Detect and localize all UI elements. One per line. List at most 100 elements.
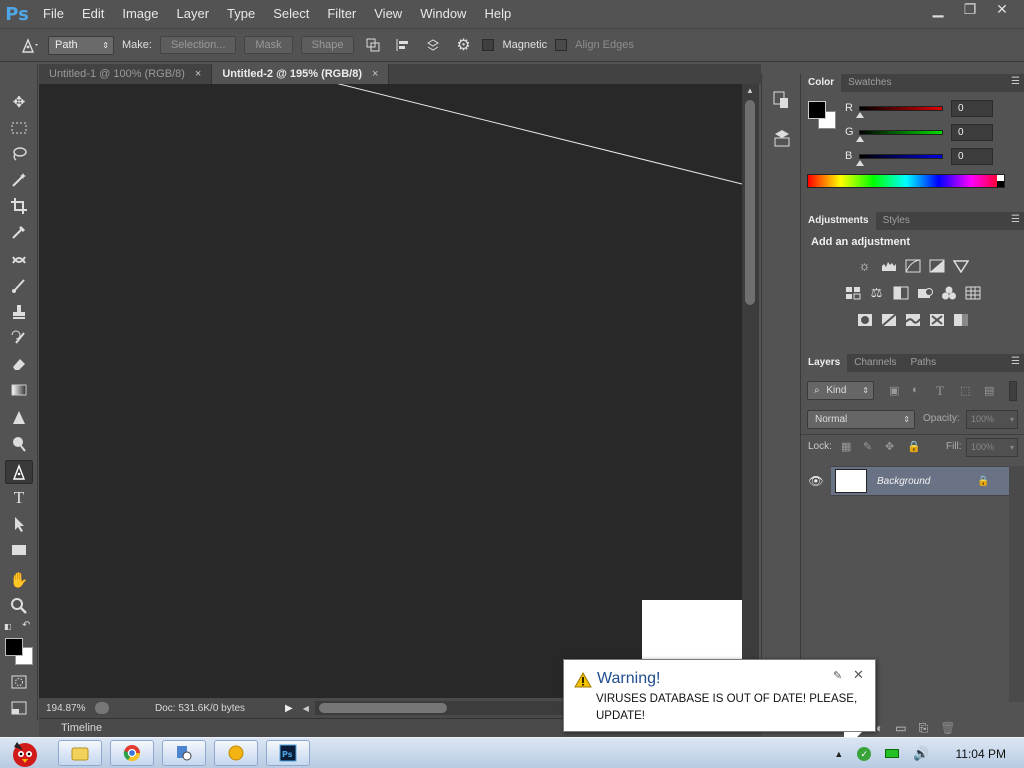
document-canvas[interactable]: [39, 84, 742, 698]
eyedropper-tool-icon[interactable]: [5, 220, 33, 244]
filter-smart-object-icon[interactable]: ▤: [984, 384, 994, 397]
path-alignment-icon[interactable]: [392, 35, 414, 55]
red-value-field[interactable]: 0: [951, 99, 993, 117]
gradient-map-icon[interactable]: [953, 313, 969, 327]
panel-menu-icon[interactable]: ☰: [1011, 214, 1020, 225]
pen-tool-preset-icon[interactable]: [18, 35, 40, 55]
lock-position-icon[interactable]: ✥: [885, 440, 894, 453]
red-slider[interactable]: [856, 105, 943, 118]
path-arrangement-icon[interactable]: [422, 35, 444, 55]
marquee-tool-icon[interactable]: [5, 116, 33, 140]
menu-image[interactable]: Image: [113, 0, 167, 28]
magnetic-checkbox[interactable]: [482, 39, 495, 51]
black-white-icon[interactable]: [893, 286, 909, 300]
filter-shape-icon[interactable]: ⬚: [960, 384, 970, 397]
photoshop-logo[interactable]: Ps: [0, 0, 34, 28]
brightness-contrast-icon[interactable]: ☼: [857, 258, 873, 273]
hue-saturation-icon[interactable]: [845, 286, 861, 300]
magic-wand-tool-icon[interactable]: [5, 168, 33, 192]
tab-swatches[interactable]: Swatches: [841, 74, 898, 92]
exposure-icon[interactable]: [929, 259, 945, 273]
color-spectrum-bar[interactable]: [807, 174, 1005, 188]
tab-adjustments[interactable]: Adjustments: [801, 212, 876, 230]
color-lookup-icon[interactable]: [965, 286, 981, 300]
foreground-color-swatch[interactable]: [5, 638, 23, 656]
restore-icon[interactable]: ❐: [956, 2, 984, 18]
history-brush-tool-icon[interactable]: [5, 326, 33, 350]
vertical-scrollbar[interactable]: ▲: [742, 84, 759, 698]
make-shape-button[interactable]: Shape: [300, 36, 355, 54]
tab-channels[interactable]: Channels: [847, 354, 903, 372]
menu-file[interactable]: File: [34, 0, 73, 28]
taskbar-photoshop-icon[interactable]: Ps: [266, 740, 310, 766]
filter-toggle[interactable]: [1009, 381, 1017, 401]
brush-tool-icon[interactable]: [5, 274, 33, 298]
history-panel-icon[interactable]: [772, 90, 792, 113]
move-tool-icon[interactable]: ✥: [5, 90, 33, 114]
tab-untitled-1[interactable]: Untitled-1 @ 100% (RGB/8) ×: [39, 64, 213, 84]
layer-name[interactable]: Background: [877, 476, 977, 487]
vertical-scroll-thumb[interactable]: [745, 100, 755, 305]
status-menu-icon[interactable]: [95, 702, 109, 714]
volume-icon[interactable]: 🔊: [913, 746, 929, 762]
eraser-tool-icon[interactable]: [5, 352, 33, 376]
taskbar-explorer-icon[interactable]: [58, 740, 102, 766]
tab-paths[interactable]: Paths: [904, 354, 944, 372]
close-icon[interactable]: ×: [372, 64, 378, 84]
taskbar-chrome-icon[interactable]: [110, 740, 154, 766]
swap-colors-icon[interactable]: ↶: [22, 620, 30, 631]
quick-mask-icon[interactable]: [5, 670, 33, 694]
panel-menu-icon[interactable]: ☰: [1011, 76, 1020, 87]
lasso-tool-icon[interactable]: [5, 142, 33, 166]
eye-visibility-icon[interactable]: 👁: [801, 466, 831, 496]
tab-untitled-2[interactable]: Untitled-2 @ 195% (RGB/8) ×: [212, 64, 390, 84]
menu-layer[interactable]: Layer: [168, 0, 219, 28]
slider-knob-icon[interactable]: [856, 159, 864, 166]
curves-icon[interactable]: [905, 259, 921, 273]
pin-icon[interactable]: ✎: [833, 669, 842, 682]
hand-tool-icon[interactable]: ✋: [5, 568, 33, 592]
make-mask-button[interactable]: Mask: [244, 36, 293, 54]
close-icon[interactable]: ✕: [988, 2, 1016, 18]
pen-mode-select[interactable]: Path ⇕: [48, 35, 114, 55]
battery-icon[interactable]: [885, 749, 900, 758]
zoom-tool-icon[interactable]: [5, 594, 33, 618]
healing-brush-tool-icon[interactable]: [5, 248, 33, 272]
slider-knob-icon[interactable]: [856, 135, 864, 142]
dodge-tool-icon[interactable]: [5, 432, 33, 456]
selective-color-icon[interactable]: [929, 313, 945, 327]
channel-mixer-icon[interactable]: [941, 286, 957, 300]
new-fill-layer-icon[interactable]: ◐: [876, 721, 883, 735]
clone-stamp-tool-icon[interactable]: [5, 300, 33, 324]
gradient-tool-icon[interactable]: [5, 378, 33, 402]
lock-all-icon[interactable]: 🔒: [907, 440, 921, 453]
crop-tool-icon[interactable]: [5, 194, 33, 218]
screen-mode-icon[interactable]: [5, 696, 33, 720]
tab-styles[interactable]: Styles: [876, 212, 917, 230]
filter-type-icon[interactable]: T: [936, 383, 944, 399]
scroll-left-icon[interactable]: ◀: [303, 704, 309, 713]
menu-edit[interactable]: Edit: [73, 0, 113, 28]
color-balance-icon[interactable]: ⚖: [869, 285, 885, 300]
path-selection-tool-icon[interactable]: [5, 512, 33, 536]
opacity-field[interactable]: 100% ▾: [966, 410, 1018, 429]
photo-filter-icon[interactable]: [917, 286, 933, 300]
path-operations-icon[interactable]: [362, 35, 384, 55]
make-selection-button[interactable]: Selection...: [159, 36, 237, 54]
properties-panel-icon[interactable]: [772, 128, 792, 151]
pen-tool-icon[interactable]: [5, 460, 33, 484]
tab-layers[interactable]: Layers: [801, 354, 848, 372]
panel-menu-icon[interactable]: ☰: [1011, 356, 1020, 367]
menu-view[interactable]: View: [365, 0, 411, 28]
slider-knob-icon[interactable]: [856, 111, 864, 118]
align-edges-checkbox[interactable]: [555, 39, 568, 51]
taskbar-app-icon[interactable]: [162, 740, 206, 766]
close-icon[interactable]: ×: [195, 64, 201, 84]
lock-image-icon[interactable]: ✎: [863, 440, 872, 453]
close-icon[interactable]: ✕: [853, 667, 864, 683]
tab-color[interactable]: Color: [801, 74, 842, 92]
layer-filter-select[interactable]: ⌕ Kind ⇕: [807, 381, 874, 400]
delete-layer-icon[interactable]: 🗑: [940, 721, 955, 735]
zoom-level[interactable]: 194.87%: [39, 703, 89, 714]
blend-mode-select[interactable]: Normal ⇕: [807, 410, 915, 429]
